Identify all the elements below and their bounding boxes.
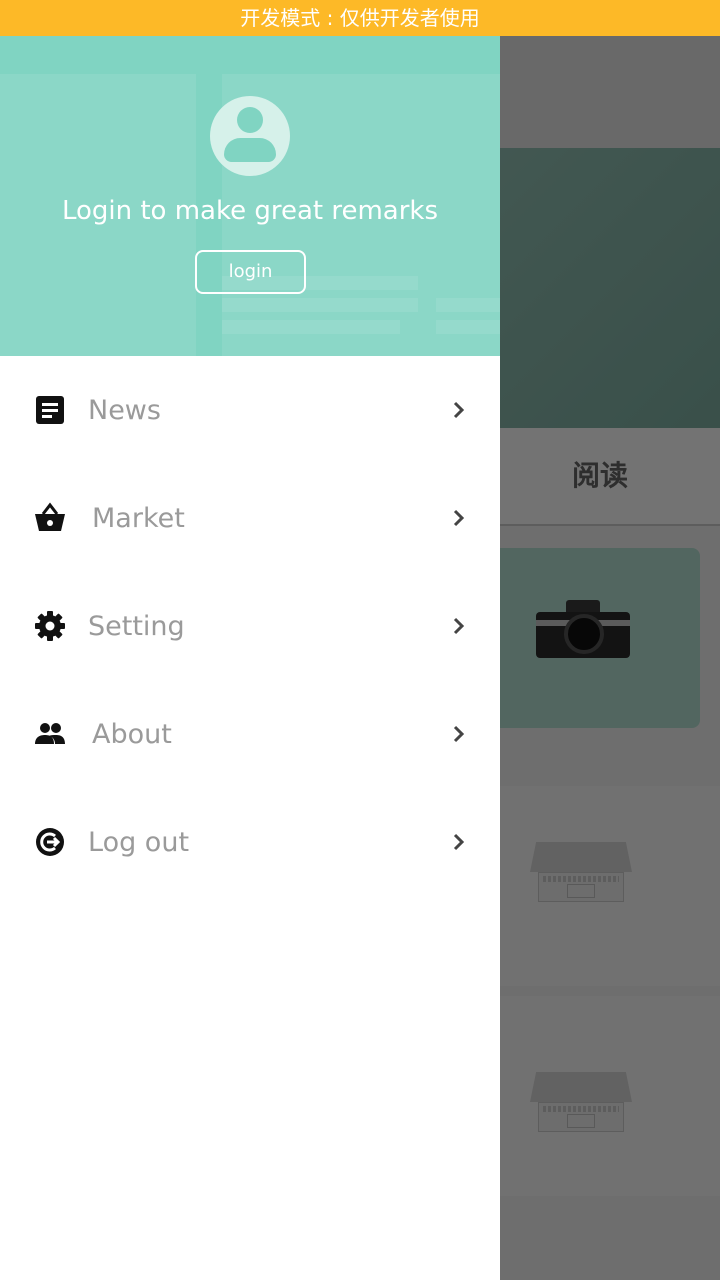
gear-icon — [35, 611, 65, 641]
chevron-right-icon — [453, 401, 465, 419]
menu-item-label: About — [92, 719, 172, 750]
menu-item-label: Log out — [88, 827, 190, 858]
menu-item-logout[interactable]: Log out — [0, 788, 500, 896]
chevron-right-icon — [453, 617, 465, 635]
chevron-right-icon — [453, 509, 465, 527]
menu-item-label: Setting — [88, 611, 185, 642]
menu-item-setting[interactable]: Setting — [0, 572, 500, 680]
menu-item-about[interactable]: About — [0, 680, 500, 788]
avatar[interactable] — [210, 96, 290, 176]
login-button[interactable]: login — [195, 250, 306, 294]
drawer-menu: News Market Setting About Log out — [0, 356, 500, 896]
chevron-right-icon — [453, 833, 465, 851]
navigation-drawer: Login to make great remarks login News M… — [0, 36, 500, 1280]
menu-item-news[interactable]: News — [0, 356, 500, 464]
people-icon — [35, 723, 65, 744]
article-icon — [36, 396, 64, 424]
basket-icon — [35, 502, 65, 531]
menu-item-label: Market — [92, 503, 185, 534]
login-prompt: Login to make great remarks — [61, 196, 439, 226]
chevron-right-icon — [453, 725, 465, 743]
dev-mode-banner: 开发模式 : 仅供开发者使用 — [0, 0, 720, 36]
logout-icon — [36, 828, 64, 856]
menu-item-label: News — [88, 395, 161, 426]
menu-item-market[interactable]: Market — [0, 464, 500, 572]
drawer-header: Login to make great remarks login — [0, 36, 500, 356]
